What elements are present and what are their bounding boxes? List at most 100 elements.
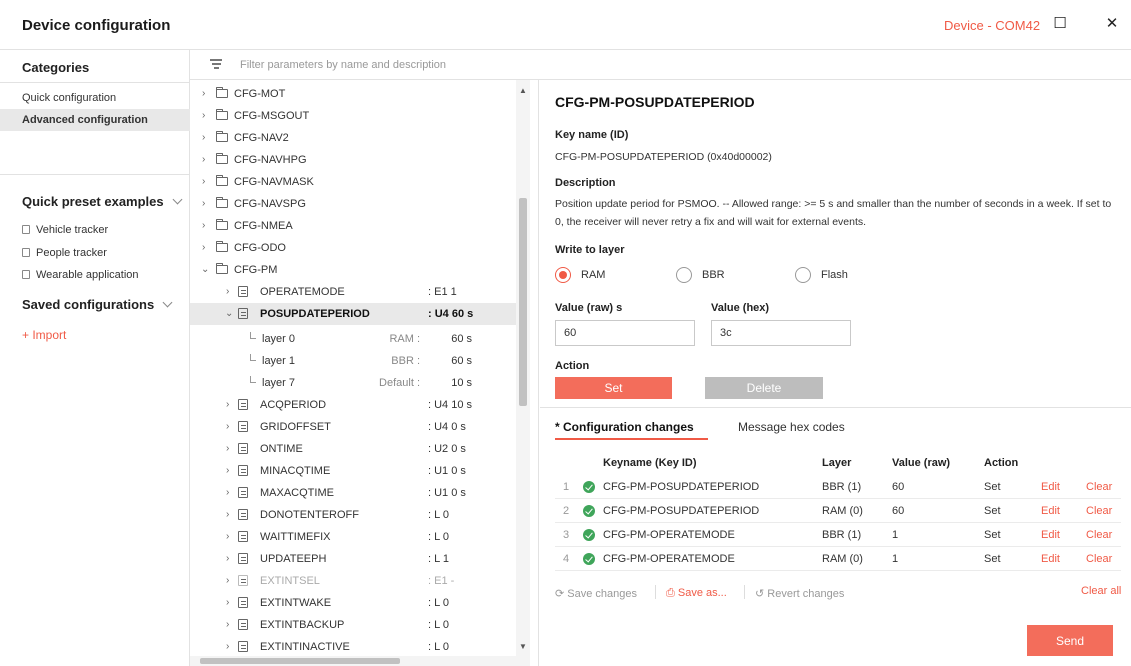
preset-people-tracker[interactable]: People tracker <box>22 247 107 259</box>
tree-param-selected[interactable]: ⌄ POSUPDATEPERIOD: U4 60 s <box>190 303 516 325</box>
value-raw-input[interactable] <box>555 320 695 346</box>
tree-layer[interactable]: layer 1 BBR : 60 s <box>190 350 516 372</box>
tab-configuration-changes[interactable]: * Configuration changes <box>555 420 694 434</box>
value-hex-input[interactable] <box>711 320 851 346</box>
tree-param[interactable]: › ACQPERIOD: U4 10 s <box>190 394 516 416</box>
param-label: ONTIME <box>260 443 303 455</box>
folder-icon <box>216 219 228 230</box>
action-label: Action <box>555 360 590 372</box>
maximize-icon[interactable]: ☐ <box>1050 14 1070 34</box>
row-index: 4 <box>563 553 570 565</box>
divider <box>540 407 1131 408</box>
parameter-icon <box>238 531 248 542</box>
chevron-right-icon: › <box>226 619 230 630</box>
import-button[interactable]: + Import <box>22 328 66 342</box>
clear-link[interactable]: Clear <box>1086 523 1112 547</box>
check-circle-icon <box>583 553 595 565</box>
radio-checked-icon <box>555 267 571 283</box>
edit-link[interactable]: Edit <box>1041 547 1060 571</box>
save-changes-button[interactable]: ⟳ Save changes <box>555 587 637 600</box>
edit-link[interactable]: Edit <box>1041 475 1060 499</box>
row-action: Set <box>984 553 1001 565</box>
chevron-right-icon: › <box>202 242 206 253</box>
chevron-right-icon: › <box>226 641 230 652</box>
tree-folder-expanded[interactable]: ⌄ CFG-PM <box>190 259 516 281</box>
tree-param[interactable]: › EXTINTINACTIVE: L 0 <box>190 636 516 656</box>
device-selector[interactable]: Device - COM42 <box>944 18 1040 33</box>
revert-changes-button[interactable]: ↺ Revert changes <box>755 587 844 600</box>
scroll-down-icon[interactable]: ▼ <box>519 642 527 651</box>
row-action: Set <box>984 529 1001 541</box>
scroll-up-icon[interactable]: ▲ <box>519 86 527 95</box>
tree-param[interactable]: › GRIDOFFSET: U4 0 s <box>190 416 516 438</box>
tree-folder[interactable]: › CFG-ODO <box>190 237 516 259</box>
set-button[interactable]: Set <box>555 377 672 399</box>
tree-param[interactable]: › MINACQTIME: U1 0 s <box>190 460 516 482</box>
radio-flash[interactable]: Flash <box>795 267 848 283</box>
param-type: : U2 0 s <box>428 443 466 455</box>
clear-all-link[interactable]: Clear all <box>1081 585 1121 597</box>
sidebar-item-quick-configuration[interactable]: Quick configuration <box>0 87 190 109</box>
table-row: 2 CFG-PM-POSUPDATEPERIOD RAM (0) 60 Set … <box>555 499 1121 523</box>
clear-link[interactable]: Clear <box>1086 475 1112 499</box>
tree-vertical-scrollbar[interactable]: ▲ ▼ <box>516 80 530 656</box>
scrollbar-thumb[interactable] <box>519 198 527 406</box>
delete-button[interactable]: Delete <box>705 377 823 399</box>
param-type: : U4 60 s <box>428 308 474 320</box>
radio-ram[interactable]: RAM <box>555 267 605 283</box>
tree-folder[interactable]: › CFG-NAVMASK <box>190 171 516 193</box>
edit-link[interactable]: Edit <box>1041 523 1060 547</box>
chevron-right-icon: › <box>202 176 206 187</box>
tab-message-hex-codes[interactable]: Message hex codes <box>738 420 845 434</box>
tree-folder[interactable]: › CFG-NAVHPG <box>190 149 516 171</box>
radio-bbr[interactable]: BBR <box>676 267 725 283</box>
param-label: EXTINTSEL <box>260 575 320 587</box>
tree-param[interactable]: › MAXACQTIME: U1 0 s <box>190 482 516 504</box>
tree-param[interactable]: › DONOTENTEROFF: L 0 <box>190 504 516 526</box>
folder-icon <box>216 241 228 252</box>
sidebar-item-advanced-configuration[interactable]: Advanced configuration <box>0 109 190 131</box>
saved-configurations-header[interactable]: Saved configurations <box>22 297 173 312</box>
folder-label: CFG-NAVMASK <box>234 176 314 188</box>
row-keyname: CFG-PM-OPERATEMODE <box>603 553 735 565</box>
tree-param[interactable]: › ONTIME: U2 0 s <box>190 438 516 460</box>
write-to-layer-label: Write to layer <box>555 244 625 256</box>
preset-label: Vehicle tracker <box>36 224 109 236</box>
clear-link[interactable]: Clear <box>1086 499 1112 523</box>
preset-label: People tracker <box>36 247 107 259</box>
presets-header[interactable]: Quick preset examples <box>22 194 183 209</box>
tree-layer[interactable]: layer 0 RAM : 60 s <box>190 328 516 350</box>
close-icon[interactable]: ✕ <box>1102 14 1122 34</box>
folder-icon <box>216 109 228 120</box>
tree-param[interactable]: › WAITTIMEFIX: L 0 <box>190 526 516 548</box>
tree-param-disabled[interactable]: › EXTINTSEL: E1 - <box>190 570 516 592</box>
tree-folder[interactable]: › CFG-NMEA <box>190 215 516 237</box>
clear-link[interactable]: Clear <box>1086 547 1112 571</box>
value-raw-label: Value (raw) s <box>555 302 623 314</box>
tree-horizontal-scrollbar[interactable] <box>190 656 530 666</box>
tree-param[interactable]: › OPERATEMODE: E1 1 <box>190 281 516 303</box>
preset-vehicle-tracker[interactable]: Vehicle tracker <box>22 224 108 236</box>
folder-label: CFG-MOT <box>234 88 286 100</box>
tree-folder[interactable]: › CFG-NAV2 <box>190 127 516 149</box>
tree-param[interactable]: › EXTINTWAKE: L 0 <box>190 592 516 614</box>
tree-folder[interactable]: › CFG-MSGOUT <box>190 105 516 127</box>
scrollbar-thumb[interactable] <box>200 658 400 664</box>
param-type: : E1 1 <box>428 286 457 298</box>
tree-elbow <box>250 332 256 339</box>
parameter-icon <box>238 465 248 476</box>
save-as-button[interactable]: ⎙ Save as... <box>666 587 727 600</box>
row-value: 60 <box>892 505 905 517</box>
tree-param[interactable]: › UPDATEEPH: L 1 <box>190 548 516 570</box>
tree-folder[interactable]: › CFG-NAVSPG <box>190 193 516 215</box>
tree-folder[interactable]: › CFG-MOT <box>190 83 516 105</box>
filter-input[interactable] <box>240 55 660 75</box>
edit-link[interactable]: Edit <box>1041 499 1060 523</box>
tree-layer[interactable]: layer 7 Default : 10 s <box>190 372 516 394</box>
param-label: ACQPERIOD <box>260 399 327 411</box>
send-button[interactable]: Send <box>1027 625 1113 656</box>
parameter-icon <box>238 509 248 520</box>
preset-wearable-application[interactable]: Wearable application <box>22 269 139 281</box>
param-label: GRIDOFFSET <box>260 421 331 433</box>
tree-param[interactable]: › EXTINTBACKUP: L 0 <box>190 614 516 636</box>
